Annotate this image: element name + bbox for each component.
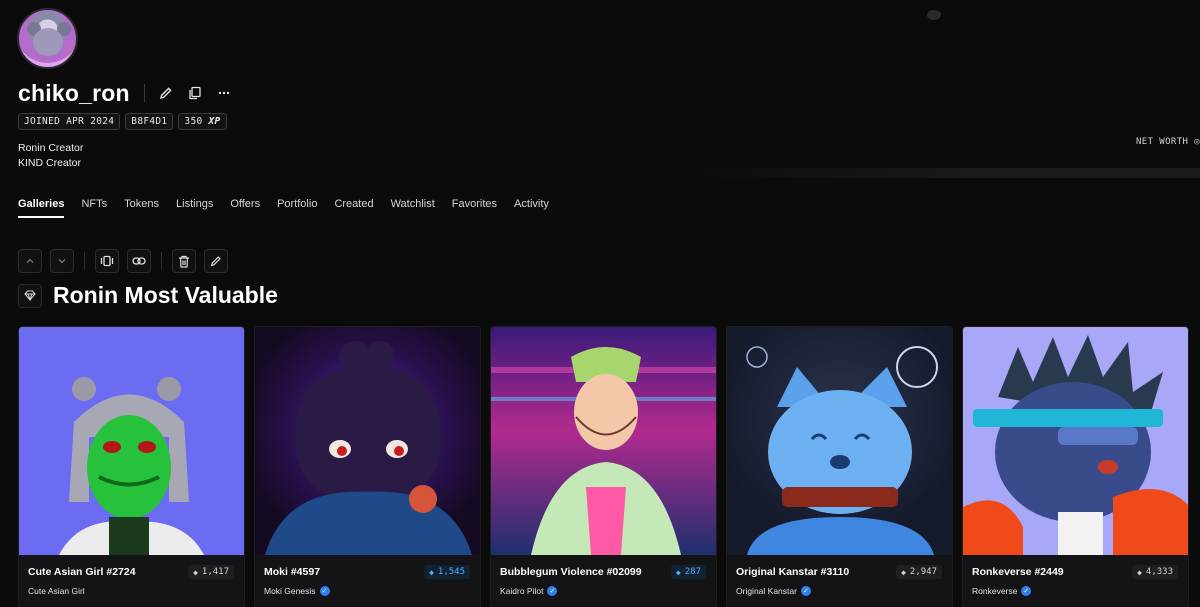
tab-activity[interactable]: Activity bbox=[514, 198, 549, 218]
nft-name: Moki #4597 bbox=[264, 566, 321, 578]
link-button[interactable] bbox=[127, 249, 151, 273]
tab-portfolio[interactable]: Portfolio bbox=[277, 198, 317, 218]
avatar[interactable] bbox=[17, 8, 78, 69]
profile-roles: Ronin Creator KIND Creator bbox=[18, 141, 83, 171]
diamond-icon bbox=[18, 283, 42, 308]
joined-badge: JOINED APR 2024 bbox=[18, 113, 121, 130]
toolbar-divider bbox=[84, 252, 85, 270]
move-down-button[interactable] bbox=[50, 249, 74, 273]
profile-header: chiko_ron bbox=[18, 80, 244, 106]
nft-image bbox=[255, 327, 480, 555]
ronin-icon: ◆ bbox=[193, 567, 198, 577]
net-worth-label: NET WORTH ◎ bbox=[1135, 137, 1200, 147]
nft-name: Cute Asian Girl #2724 bbox=[28, 566, 136, 578]
nft-card[interactable]: Moki #4597 ◆ 1,545 Moki Genesis ✓ bbox=[254, 326, 481, 607]
tab-offers[interactable]: Offers bbox=[230, 198, 260, 218]
net-worth-bar bbox=[670, 168, 1200, 178]
gallery-toolbar bbox=[18, 249, 228, 273]
tab-favorites[interactable]: Favorites bbox=[452, 198, 497, 218]
gallery-header: Ronin Most Valuable bbox=[18, 282, 278, 309]
nft-image bbox=[19, 327, 244, 555]
ronin-icon: ◆ bbox=[901, 567, 906, 577]
profile-badges: JOINED APR 2024 B8F4D1 350 XP bbox=[18, 113, 227, 130]
role-label: KIND Creator bbox=[18, 157, 82, 169]
tab-tokens[interactable]: Tokens bbox=[124, 198, 159, 218]
nft-card[interactable]: Original Kanstar #3110 ◆ 2,947 Original K… bbox=[726, 326, 953, 607]
address-badge[interactable]: B8F4D1 bbox=[125, 113, 174, 130]
tab-created[interactable]: Created bbox=[334, 198, 373, 218]
nft-image bbox=[727, 327, 952, 555]
xp-badge: 350 XP bbox=[178, 113, 227, 130]
decorative-blob bbox=[927, 10, 941, 20]
toolbar-divider bbox=[161, 252, 162, 270]
edit-icon[interactable] bbox=[157, 84, 175, 102]
price-badge: ◆ 4,333 bbox=[1132, 565, 1178, 579]
more-icon[interactable] bbox=[215, 84, 233, 102]
verified-icon: ✓ bbox=[1021, 586, 1032, 596]
price-badge: ◆ 1,417 bbox=[188, 565, 234, 579]
role-label: Ronin Creator bbox=[18, 142, 84, 154]
nft-card-grid: Cute Asian Girl #2724 ◆ 1,417 Cute Asian … bbox=[18, 326, 1189, 607]
nft-card[interactable]: Cute Asian Girl #2724 ◆ 1,417 Cute Asian … bbox=[18, 326, 245, 607]
tab-nfts[interactable]: NFTs bbox=[81, 198, 107, 218]
collection-name[interactable]: Ronkeverse bbox=[972, 586, 1017, 596]
tab-listings[interactable]: Listings bbox=[176, 198, 213, 218]
divider bbox=[143, 84, 145, 102]
copy-icon[interactable] bbox=[186, 84, 204, 102]
ronin-icon: ◆ bbox=[1137, 567, 1142, 577]
nft-name: Original Kanstar #3110 bbox=[736, 566, 850, 578]
tab-galleries[interactable]: Galleries bbox=[18, 198, 65, 218]
collection-name[interactable]: Moki Genesis bbox=[264, 586, 316, 596]
tab-watchlist[interactable]: Watchlist bbox=[391, 198, 435, 218]
nft-card[interactable]: Bubblegum Violence #02099 ◆ 287 Kaidro Pi… bbox=[490, 326, 717, 607]
collection-name[interactable]: Original Kanstar bbox=[736, 586, 797, 596]
collection-name[interactable]: Kaidro Pilot bbox=[500, 586, 543, 596]
verified-icon: ✓ bbox=[800, 586, 811, 596]
verified-icon: ✓ bbox=[547, 586, 558, 596]
carousel-button[interactable] bbox=[95, 249, 119, 273]
nft-image bbox=[491, 327, 716, 555]
delete-button[interactable] bbox=[172, 249, 196, 273]
ronin-icon: ◆ bbox=[675, 567, 681, 577]
profile-tabs: Galleries NFTs Tokens Listings Offers Po… bbox=[18, 198, 566, 218]
gallery-title: Ronin Most Valuable bbox=[53, 282, 278, 308]
price-badge: ◆ 1,545 bbox=[424, 565, 470, 579]
edit-gallery-button[interactable] bbox=[204, 249, 228, 273]
move-up-button[interactable] bbox=[18, 249, 42, 273]
nft-image bbox=[963, 327, 1188, 555]
collection-name[interactable]: Cute Asian Girl bbox=[28, 586, 85, 596]
ronin-icon: ◆ bbox=[429, 567, 434, 577]
nft-name: Ronkeverse #2449 bbox=[972, 566, 1064, 578]
verified-icon: ✓ bbox=[319, 586, 330, 596]
nft-name: Bubblegum Violence #02099 bbox=[500, 566, 642, 578]
username: chiko_ron bbox=[18, 79, 130, 106]
nft-card[interactable]: Ronkeverse #2449 ◆ 4,333 Ronkeverse ✓ bbox=[962, 326, 1189, 607]
price-badge: ◆ 287 bbox=[670, 565, 706, 579]
price-badge: ◆ 2,947 bbox=[896, 565, 942, 579]
